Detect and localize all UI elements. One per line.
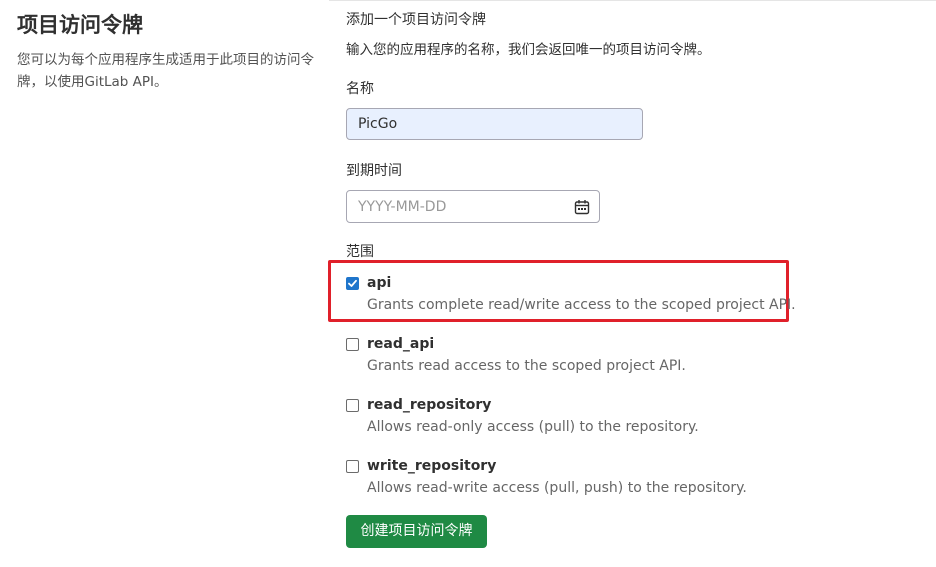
scope-api-name[interactable]: api: [367, 272, 391, 294]
scope-read-api-name[interactable]: read_api: [367, 333, 434, 355]
scope-api-checkbox[interactable]: [346, 277, 359, 290]
scope-read-api-description: Grants read access to the scoped project…: [367, 358, 686, 374]
scope-read-api-checkbox[interactable]: [346, 338, 359, 351]
expiry-date-input[interactable]: [347, 191, 567, 222]
token-name-input[interactable]: [346, 108, 643, 140]
expiry-date-field[interactable]: [346, 190, 600, 223]
scope-read-repository-checkbox[interactable]: [346, 399, 359, 412]
section-info: 项目访问令牌 您可以为每个应用程序生成适用于此项目的访问令牌，以使用GitLab…: [17, 10, 317, 93]
scopes-label: 范围: [346, 244, 374, 260]
checkmark-icon: [348, 279, 357, 287]
scope-api-description: Grants complete read/write access to the…: [367, 297, 796, 313]
form-help-text: 输入您的应用程序的名称，我们会返回唯一的项目访问令牌。: [346, 42, 711, 58]
scope-write-repository-checkbox[interactable]: [346, 460, 359, 473]
top-divider: [329, 0, 936, 1]
name-label: 名称: [346, 81, 374, 97]
section-title: 项目访问令牌: [17, 13, 143, 37]
calendar-icon[interactable]: [574, 199, 590, 215]
section-description: 您可以为每个应用程序生成适用于此项目的访问令牌，以使用GitLab API。: [17, 52, 314, 90]
scope-write-repository-description: Allows read-write access (pull, push) to…: [367, 480, 747, 496]
scope-read-repository-description: Allows read-only access (pull) to the re…: [367, 419, 699, 435]
scope-read-repository-name[interactable]: read_repository: [367, 394, 491, 416]
form-heading: 添加一个项目访问令牌: [346, 12, 486, 28]
scope-write-repository-name[interactable]: write_repository: [367, 455, 496, 477]
create-token-button[interactable]: 创建项目访问令牌: [346, 515, 487, 548]
expiry-label: 到期时间: [346, 163, 402, 179]
